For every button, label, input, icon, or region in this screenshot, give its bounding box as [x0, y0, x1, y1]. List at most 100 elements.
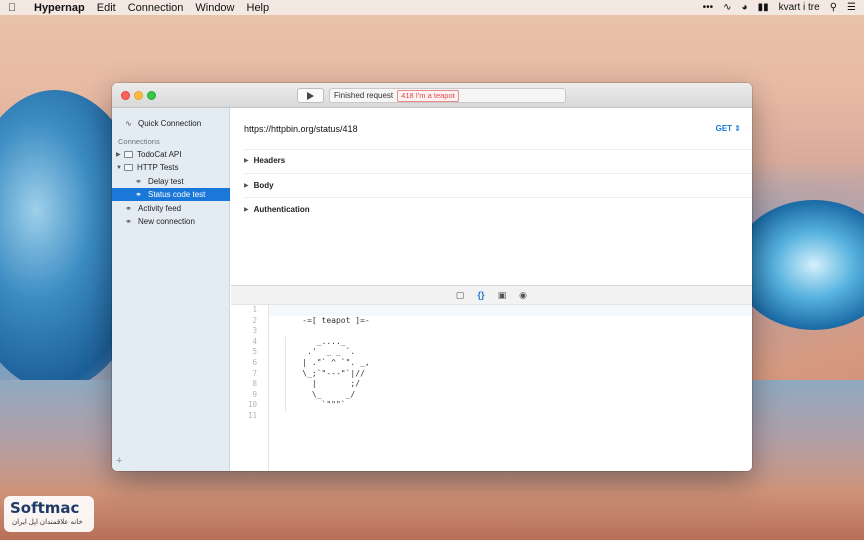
response-editor[interactable]: 1 2 3 4 5 6 7 8 9 10 11 -=[ teapot ]=- _…: [231, 305, 752, 471]
line-number: 2: [252, 315, 257, 325]
search-icon[interactable]: ⚲: [830, 2, 837, 13]
menu-help[interactable]: Help: [247, 2, 270, 14]
method-selector[interactable]: GET ⇕: [716, 124, 741, 133]
line-number: 3: [252, 326, 257, 336]
code-line: _...._: [283, 336, 346, 346]
app-window: Finished request 418 I'm a teapot ∿ Quic…: [112, 83, 752, 471]
code-line: `"""`: [283, 400, 346, 410]
line-number: 4: [252, 336, 257, 346]
line-number: 1: [252, 305, 257, 314]
zoom-window-button[interactable]: [147, 91, 156, 100]
watermark-name: Softmac: [10, 499, 80, 517]
menu-window[interactable]: Window: [195, 2, 234, 14]
link-icon: ⚭: [135, 190, 142, 199]
folder-icon: [124, 164, 133, 171]
disclosure-right-icon: ▶: [244, 158, 249, 164]
line-number: 11: [247, 410, 257, 420]
sidebar-item-label: Quick Connection: [138, 119, 202, 128]
request-panel: https://httpbin.org/status/418 GET ⇕ ▶ H…: [231, 108, 752, 285]
list-icon[interactable]: ☰: [847, 2, 856, 13]
folder-icon: [124, 151, 133, 158]
sidebar-item-status-code-test[interactable]: ⚭ Status code test: [112, 188, 230, 201]
close-window-button[interactable]: [121, 91, 130, 100]
section-body[interactable]: ▶ Body: [244, 181, 274, 190]
divider: [244, 173, 752, 174]
sidebar-section-connections: Connections: [118, 137, 160, 146]
code-line: .' _ _ `.: [283, 347, 356, 357]
title-bar: Finished request 418 I'm a teapot: [112, 83, 752, 108]
preview-icon[interactable]: ▣: [497, 290, 508, 301]
disclosure-right-icon: ▶: [244, 207, 249, 213]
divider: [244, 149, 752, 150]
sidebar-quick-connection[interactable]: ∿ Quick Connection: [112, 117, 230, 130]
activity-icon[interactable]: ∿: [723, 2, 731, 13]
divider: [244, 197, 752, 198]
code-line: | ;/: [283, 379, 361, 389]
wifi-icon[interactable]: ◕: [742, 2, 748, 13]
code-line: [269, 305, 752, 316]
sidebar-item-label: HTTP Tests: [137, 163, 179, 172]
status-badge: 418 I'm a teapot: [397, 89, 459, 102]
code-line: \_ _/: [283, 389, 356, 399]
line-number: 5: [252, 347, 257, 357]
apple-icon[interactable]: : [8, 2, 22, 14]
section-authentication[interactable]: ▶ Authentication: [244, 205, 310, 214]
line-number: 6: [252, 357, 257, 367]
line-numbers: 1 2 3 4 5 6 7 8 9 10 11: [231, 305, 261, 471]
play-icon: [307, 91, 314, 100]
lightning-icon: ∿: [125, 119, 132, 128]
sidebar-item-label: New connection: [138, 217, 195, 226]
battery-icon[interactable]: ▮▮: [758, 2, 769, 13]
disclosure-down-icon[interactable]: ▼: [116, 165, 124, 171]
braces-icon[interactable]: {}: [476, 290, 487, 301]
wallpaper-wave-right: [734, 200, 864, 330]
send-request-button[interactable]: [297, 88, 324, 103]
sidebar-item-todocat-api[interactable]: ▶ TodoCat API: [112, 148, 230, 161]
indent-guide: [285, 337, 286, 411]
method-label: GET: [715, 124, 733, 133]
minimize-window-button[interactable]: [134, 91, 143, 100]
sidebar-item-label: TodoCat API: [137, 150, 182, 159]
menu-connection[interactable]: Connection: [128, 2, 184, 14]
line-number: 9: [252, 389, 257, 399]
watermark-logo: Softmac خانه علاقمندان اپل ایران: [4, 496, 94, 532]
sidebar: ∿ Quick Connection Connections ▶ TodoCat…: [112, 108, 230, 471]
menu-bar:  Hypernap Edit Connection Window Help •…: [0, 0, 864, 15]
section-label: Headers: [253, 156, 286, 165]
compass-icon[interactable]: ◉: [518, 290, 529, 301]
menu-app-name[interactable]: Hypernap: [34, 2, 85, 14]
section-label: Authentication: [253, 205, 310, 214]
menu-clock[interactable]: kvart i tre: [779, 2, 820, 13]
updown-chevron-icon: ⇕: [734, 124, 741, 133]
status-label: Finished request: [334, 91, 394, 100]
sidebar-item-label: Delay test: [148, 177, 184, 186]
document-icon[interactable]: ▢: [455, 290, 466, 301]
line-number: 8: [252, 379, 257, 389]
disclosure-right-icon: ▶: [244, 183, 249, 189]
link-icon: ⚭: [125, 204, 132, 213]
link-icon: ⚭: [135, 177, 142, 186]
sidebar-item-activity-feed[interactable]: ⚭ Activity feed: [112, 202, 230, 215]
menu-status-area: ••• ∿ ◕ ▮▮ kvart i tre ⚲ ☰: [703, 2, 856, 13]
sidebar-item-label: Activity feed: [138, 204, 182, 213]
section-headers[interactable]: ▶ Headers: [244, 156, 285, 165]
code-line: -=[ teapot ]=-: [283, 315, 370, 325]
request-status-field: Finished request 418 I'm a teapot: [329, 88, 566, 103]
line-number: 10: [247, 400, 257, 410]
sidebar-item-new-connection[interactable]: ⚭ New connection: [112, 215, 230, 228]
more-icon[interactable]: •••: [703, 2, 714, 13]
disclosure-right-icon[interactable]: ▶: [116, 151, 124, 158]
code-area[interactable]: -=[ teapot ]=- _...._ .' _ _ `. | ."` ^ …: [268, 305, 752, 471]
sidebar-item-delay-test[interactable]: ⚭ Delay test: [112, 175, 230, 188]
section-label: Body: [253, 181, 274, 190]
sidebar-item-label: Status code test: [148, 190, 206, 199]
response-toolbar: ▢ {} ▣ ◉: [231, 285, 752, 305]
menu-edit[interactable]: Edit: [97, 2, 116, 14]
url-field[interactable]: https://httpbin.org/status/418: [244, 124, 358, 134]
link-icon: ⚭: [125, 217, 132, 226]
add-connection-button[interactable]: +: [116, 455, 122, 467]
line-number: 7: [252, 368, 257, 378]
sidebar-item-http-tests[interactable]: ▼ HTTP Tests: [112, 161, 230, 174]
